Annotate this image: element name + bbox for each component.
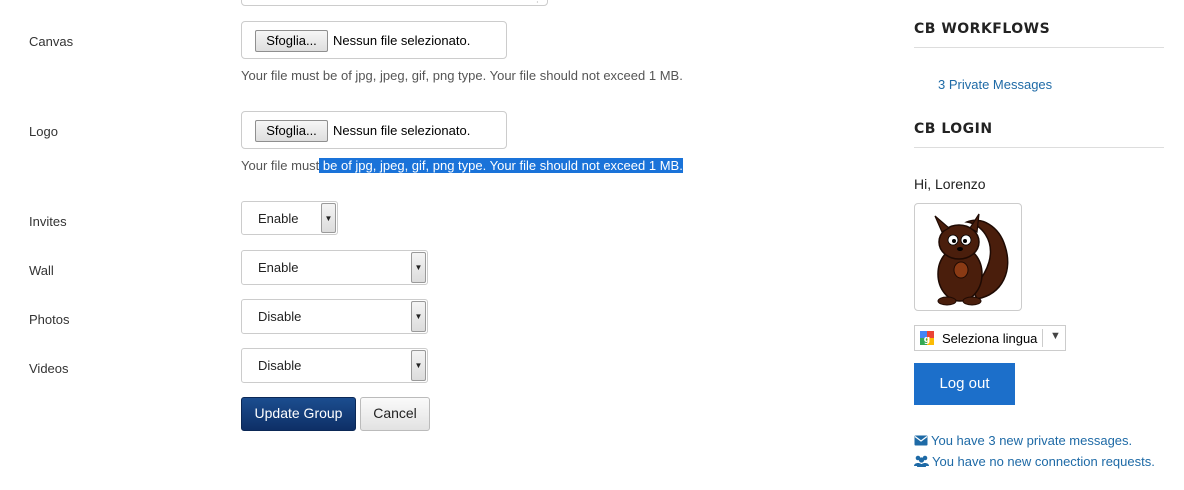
videos-select[interactable]: Disable ▼ xyxy=(241,348,428,383)
photos-select-value: Disable xyxy=(258,309,302,324)
logo-label: Logo xyxy=(29,124,58,139)
invites-label: Invites xyxy=(29,214,67,229)
invites-select-value: Enable xyxy=(258,211,299,226)
logo-file-input[interactable]: Sfoglia... Nessun file selezionato. xyxy=(241,111,507,149)
users-icon xyxy=(914,455,929,467)
logo-hint: Your file must be of jpg, jpeg, gif, png… xyxy=(241,158,683,173)
greeting: Hi, Lorenzo xyxy=(914,176,986,192)
canvas-file-status: Nessun file selezionato. xyxy=(333,33,471,48)
language-label: Seleziona lingua xyxy=(942,331,1038,346)
logo-file-status: Nessun file selezionato. xyxy=(333,123,471,138)
cancel-button[interactable]: Cancel xyxy=(360,397,430,431)
canvas-hint: Your file must be of jpg, jpeg, gif, png… xyxy=(241,68,683,83)
photos-select[interactable]: Disable ▼ xyxy=(241,299,428,334)
logout-button[interactable]: Log out xyxy=(914,363,1015,405)
svg-text:g: g xyxy=(924,335,930,345)
photos-label: Photos xyxy=(29,312,70,327)
videos-label: Videos xyxy=(29,361,69,376)
chevron-down-icon[interactable]: ▼ xyxy=(411,301,426,332)
description-textarea[interactable]: ⋰ xyxy=(241,0,548,6)
canvas-label: Canvas xyxy=(29,34,74,49)
invites-select[interactable]: Enable ▼ xyxy=(241,201,338,235)
login-title: CB LOGIN xyxy=(914,121,993,137)
update-group-button[interactable]: Update Group xyxy=(241,397,356,431)
chevron-down-icon[interactable]: ▼ xyxy=(411,252,426,283)
canvas-file-input[interactable]: Sfoglia... Nessun file selezionato. xyxy=(241,21,507,59)
videos-select-value: Disable xyxy=(258,358,302,373)
divider xyxy=(1042,329,1043,347)
chevron-down-icon[interactable]: ▼ xyxy=(321,203,336,233)
divider xyxy=(914,147,1164,148)
wall-select-value: Enable xyxy=(258,260,299,275)
wall-select[interactable]: Enable ▼ xyxy=(241,250,428,285)
squirrel-avatar-icon xyxy=(934,213,1009,306)
chevron-down-icon[interactable]: ▼ xyxy=(411,350,426,381)
resize-grip-icon[interactable]: ⋰ xyxy=(536,0,544,4)
private-messages-link[interactable]: 3 Private Messages xyxy=(938,77,1052,92)
avatar[interactable] xyxy=(914,203,1022,311)
messages-notice-text: You have 3 new private messages. xyxy=(931,433,1133,448)
connections-notice-link[interactable]: You have no new connection requests. xyxy=(914,454,1155,469)
connections-notice-text: You have no new connection requests. xyxy=(932,454,1155,469)
google-translate-icon: g xyxy=(920,331,934,345)
chevron-down-icon[interactable]: ▼ xyxy=(1050,330,1061,342)
logo-browse-button[interactable]: Sfoglia... xyxy=(255,120,328,142)
messages-notice-link[interactable]: You have 3 new private messages. xyxy=(914,433,1132,448)
envelope-icon xyxy=(914,435,928,446)
language-selector[interactable]: g Seleziona lingua ▼ xyxy=(914,325,1066,351)
divider xyxy=(914,47,1164,48)
workflows-title: CB WORKFLOWS xyxy=(914,21,1051,37)
logo-hint-selected-text: be of jpg, jpeg, gif, png type. Your fil… xyxy=(319,158,683,173)
canvas-browse-button[interactable]: Sfoglia... xyxy=(255,30,328,52)
logo-hint-text: Your file must xyxy=(241,158,320,173)
wall-label: Wall xyxy=(29,263,54,278)
